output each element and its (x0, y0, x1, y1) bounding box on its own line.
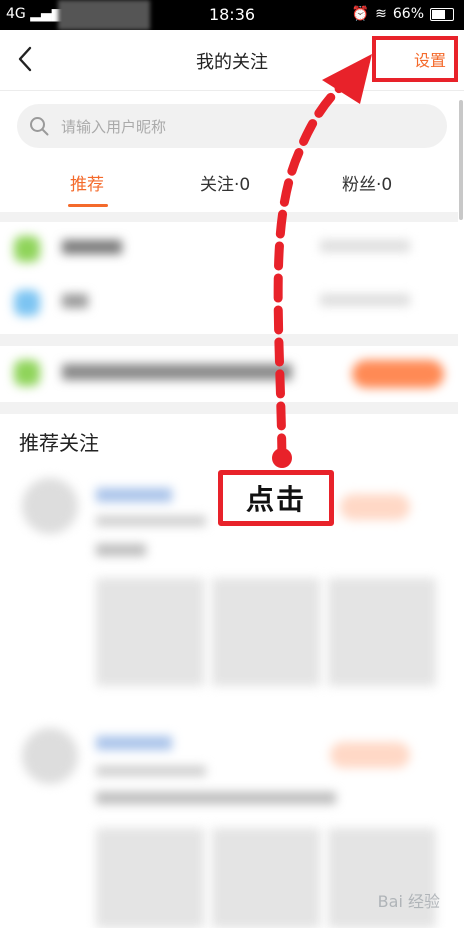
tab-bar: 推荐 关注·0 粉丝·0 (0, 160, 464, 210)
blurred-thumbnail (212, 578, 320, 686)
section-title: 推荐关注 (19, 431, 99, 455)
blurred-text (96, 736, 172, 750)
blurred-thumbnail (96, 578, 204, 686)
divider (0, 334, 458, 346)
divider (0, 402, 458, 414)
status-bar: 4G ▂▄▆ 18:36 ⏰ ≋ 66% (0, 0, 464, 30)
blurred-button (352, 360, 444, 388)
annotation-callout: 点击 (218, 470, 334, 526)
alarm-icon: ⏰ (351, 6, 370, 22)
search-icon (30, 117, 49, 136)
app-icon (14, 290, 40, 316)
blurred-thumbnail (328, 828, 436, 928)
blurred-text (320, 240, 410, 252)
avatar (22, 728, 78, 784)
scrollbar[interactable] (459, 100, 463, 220)
tab-followers[interactable]: 粉丝·0 (342, 170, 392, 195)
status-right-icons: ⏰ ≋ 66% (352, 6, 454, 22)
tab-recommend[interactable]: 推荐 (70, 170, 104, 195)
watermark: Bai 经验 (377, 892, 440, 911)
avatar (22, 478, 78, 534)
blurred-text (62, 240, 122, 254)
search-bar[interactable] (17, 104, 447, 150)
blurred-text (96, 488, 172, 502)
blurred-button (340, 494, 410, 520)
tab-following[interactable]: 关注·0 (200, 170, 250, 195)
blurred-text (62, 364, 292, 380)
settings-label: 设置 (413, 51, 446, 70)
divider (0, 212, 458, 222)
battery-icon (430, 7, 454, 21)
blurred-text (96, 516, 206, 526)
wifi-icon: ≋ (375, 6, 387, 22)
blurred-button (330, 742, 410, 768)
settings-button[interactable]: 设置 (372, 36, 458, 82)
app-icon (14, 236, 40, 262)
blurred-thumbnail (96, 828, 204, 928)
blurred-thumbnail (212, 828, 320, 928)
search-input[interactable] (59, 104, 431, 150)
blurred-text (62, 294, 88, 308)
blurred-text (96, 792, 336, 804)
blurred-text (320, 294, 410, 306)
blurred-text (96, 766, 206, 776)
annotation-label: 点击 (245, 483, 306, 516)
app-icon (14, 360, 40, 386)
blurred-text (96, 544, 146, 556)
blurred-thumbnail (328, 578, 436, 686)
active-tab-indicator (68, 204, 108, 207)
battery-percent: 66% (392, 6, 424, 22)
